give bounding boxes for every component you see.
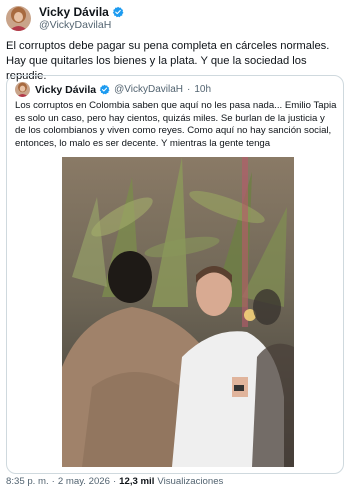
meta-separator: · xyxy=(112,476,117,487)
views-count: 12,3 mil xyxy=(119,476,155,487)
author-avatar[interactable] xyxy=(6,5,31,31)
views-label: Visualizaciones xyxy=(157,476,224,487)
verified-badge-icon xyxy=(99,84,110,95)
meta-separator: · xyxy=(51,476,55,487)
author-name[interactable]: Vicky Dávila xyxy=(39,5,109,19)
quoted-tweet[interactable]: Vicky Dávila @VickyDavilaH · 10h Los cor… xyxy=(6,75,344,474)
verified-badge-icon xyxy=(112,6,124,18)
quoted-time-ago: 10h xyxy=(194,84,212,95)
author-handle[interactable]: @VickyDavilaH xyxy=(39,19,124,31)
tweet-header: Vicky Dávila @VickyDavilaH xyxy=(6,5,344,31)
tweet-meta: 8:35 p. m. · 2 may. 2026 · 12,3 mil Visu… xyxy=(6,476,223,487)
quoted-tweet-text: Los corruptos en Colombia saben que aquí… xyxy=(15,100,337,149)
tweet-date[interactable]: 2 may. 2026 xyxy=(58,476,110,487)
quoted-author-handle: @VickyDavilaH xyxy=(114,84,183,95)
quoted-separator: · xyxy=(186,84,191,95)
quoted-author-avatar xyxy=(15,82,30,97)
tweet-time[interactable]: 8:35 p. m. xyxy=(6,476,49,487)
quoted-tweet-header: Vicky Dávila @VickyDavilaH · 10h xyxy=(15,82,211,97)
quoted-tweet-photo[interactable] xyxy=(62,157,294,467)
quoted-author-name: Vicky Dávila xyxy=(35,83,97,96)
